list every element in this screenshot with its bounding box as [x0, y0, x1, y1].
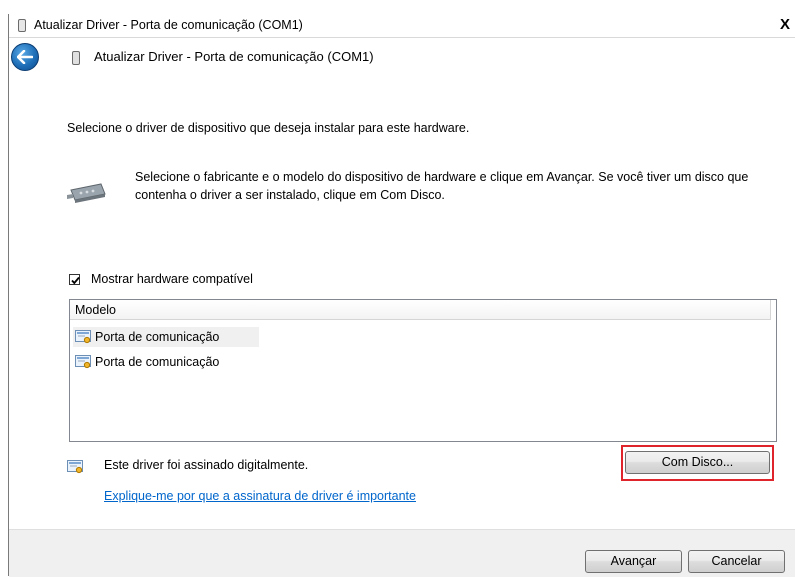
certificate-icon — [75, 355, 92, 372]
title-bar: Atualizar Driver - Porta de comunicação … — [9, 14, 795, 38]
next-button[interactable]: Avançar — [585, 550, 682, 573]
cancel-button[interactable]: Cancelar — [688, 550, 785, 573]
description-text: Selecione o fabricante e o modelo do dis… — [135, 170, 749, 202]
list-item[interactable]: Porta de comunicação — [73, 352, 259, 372]
device-icon — [72, 51, 80, 65]
close-button[interactable]: X — [777, 17, 793, 33]
list-item-label: Porta de comunicação — [95, 330, 220, 344]
certificate-icon — [75, 330, 92, 347]
wizard-title: Atualizar Driver - Porta de comunicação … — [94, 49, 374, 64]
signed-status-text: Este driver foi assinado digitalmente. — [104, 458, 309, 472]
update-driver-window: Atualizar Driver - Porta de comunicação … — [8, 14, 795, 577]
certificate-icon — [67, 460, 84, 477]
list-item[interactable]: Porta de comunicação — [73, 327, 259, 347]
serial-port-hardware-icon — [67, 182, 109, 207]
model-listbox[interactable]: Modelo Porta de comunicação Porta de com… — [69, 299, 777, 442]
list-item-label: Porta de comunicação — [95, 355, 220, 369]
column-header-model[interactable]: Modelo — [70, 300, 771, 320]
column-header-label: Modelo — [75, 303, 116, 317]
instruction-text: Selecione o driver de dispositivo que de… — [67, 121, 470, 135]
navigation-bar: Atualizar Driver - Porta de comunicação … — [9, 38, 795, 74]
window-title: Atualizar Driver - Porta de comunicação … — [34, 18, 303, 32]
highlight-annotation — [621, 445, 774, 481]
back-arrow-icon[interactable] — [11, 43, 39, 71]
show-compatible-checkbox[interactable] — [69, 274, 80, 285]
device-icon — [18, 19, 26, 32]
driver-signing-link[interactable]: Explique-me por que a assinatura de driv… — [104, 489, 416, 503]
show-compatible-label[interactable]: Mostrar hardware compatível — [91, 272, 253, 286]
